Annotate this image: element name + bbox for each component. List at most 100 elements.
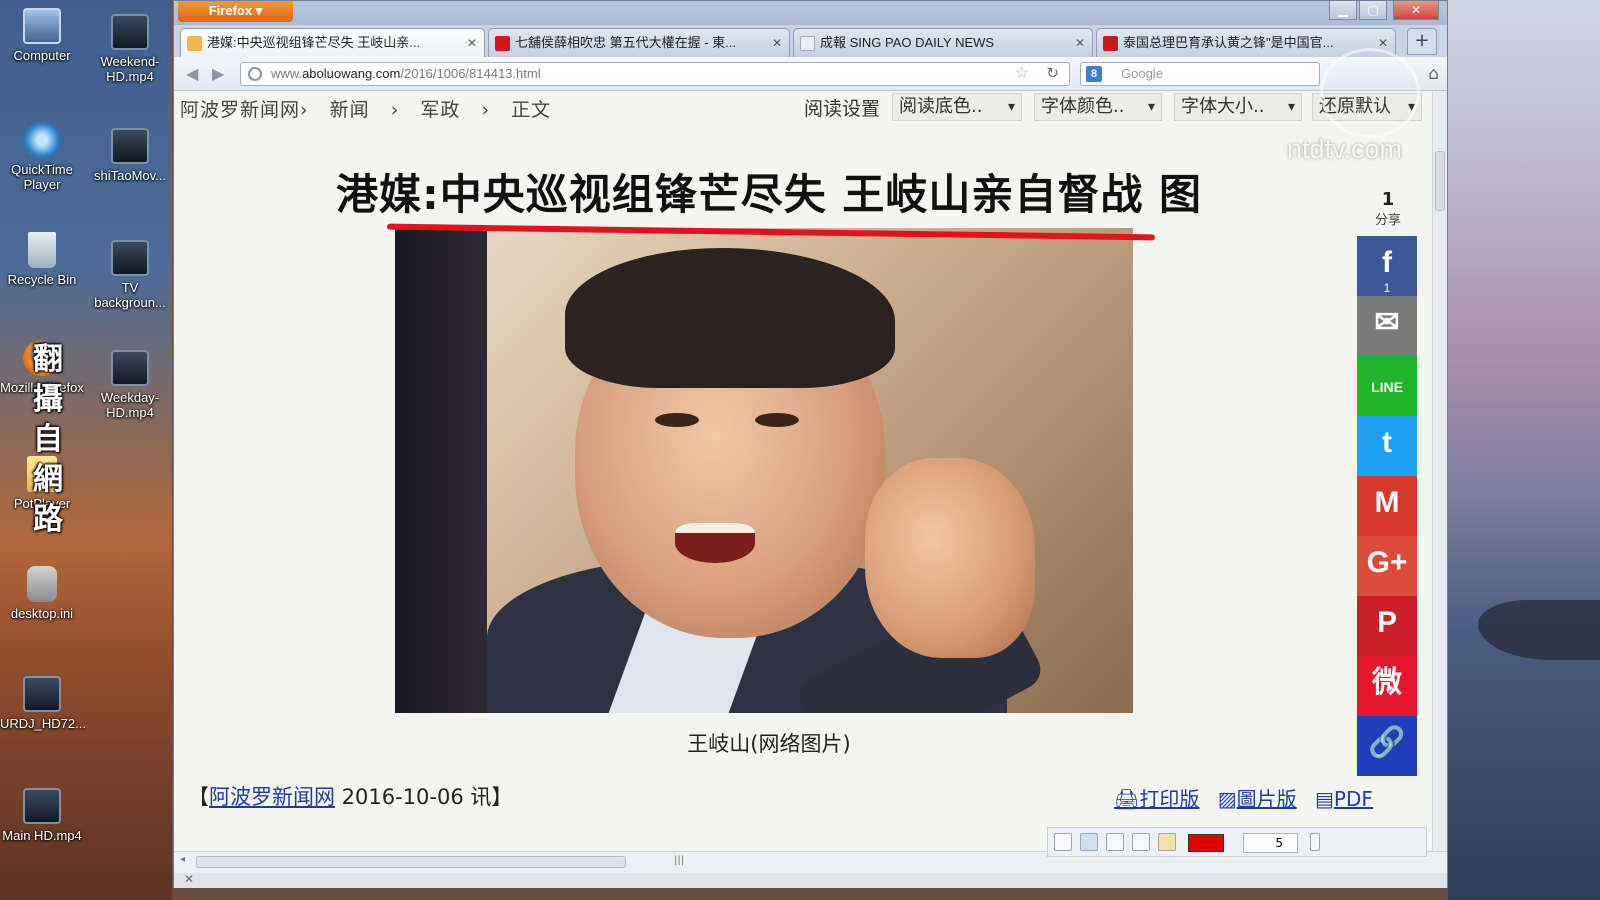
font-color-dropdown[interactable]: 字体颜色.. [1034,93,1162,121]
site-identity-icon[interactable] [248,67,262,81]
desktop-icon-quicktime[interactable]: QuickTime Player [0,122,84,192]
desktop-icon-weekend[interactable]: Weekend-HD.mp4 [88,14,172,84]
video-file-icon [23,676,61,712]
tab-favicon-icon [800,36,815,51]
home-icon[interactable]: ⌂ [1428,64,1439,84]
forward-arrow-icon[interactable]: ▶ [212,64,224,83]
status-bar: ✕ [174,872,1447,888]
breadcrumb-site[interactable]: 阿波罗新闻网› [180,99,309,121]
reload-icon[interactable]: ↻ [1046,63,1059,85]
close-tab-icon[interactable]: ✕ [1075,29,1085,57]
minimize-button[interactable]: ▁ [1329,1,1357,20]
desktop-icon-tv-background[interactable]: TV backgroun... [88,240,172,310]
google-plus-icon: G+ [1366,546,1408,579]
share-count-badge: 1 [1383,281,1391,295]
tab-favicon-icon [187,36,202,51]
share-gmail-button[interactable]: M [1357,476,1417,536]
url-bar[interactable]: www.aboluowang.com/2016/1006/814413.html… [240,62,1070,86]
title-bar: Firefox ▾ ▁ ▢ ✕ [174,1,1447,25]
close-tab-icon[interactable]: ✕ [772,29,782,57]
navigation-bar: ◀ ▶ www.aboluowang.com/2016/1006/814413.… [174,57,1447,91]
weibo-icon: 微 [1372,666,1402,699]
desktop-icon-weekday[interactable]: Weekday-HD.mp4 [88,350,172,420]
tab-sing-pao[interactable]: 成報 SING PAO DAILY NEWS ✕ [793,28,1093,57]
close-addon-bar-icon[interactable]: ✕ [184,872,194,886]
twitter-icon: t [1382,426,1392,459]
gmail-icon: M [1374,486,1400,519]
grip-icon: ||| [674,855,685,866]
new-canvas-icon[interactable] [1054,833,1072,851]
marker-icon[interactable] [1106,833,1124,851]
quicktime-icon [23,122,61,158]
share-twitter-button[interactable]: t [1357,416,1417,476]
close-window-button[interactable]: ✕ [1393,1,1439,20]
annotation-toolbar: 5 [1047,827,1427,857]
firefox-menu-button[interactable]: Firefox ▾ [178,1,293,22]
desktop-icon-computer[interactable]: Computer [0,8,84,63]
breadcrumb-news[interactable]: 新闻 [330,99,370,121]
ntdtv-watermark: ntdtv.com [1287,134,1403,164]
tab-favicon-icon [495,36,510,51]
share-count: 1 [1381,189,1395,210]
copy-link-icon: 🔗 [1368,726,1406,759]
desktop-icon-recycle-bin[interactable]: Recycle Bin [0,232,84,287]
back-arrow-icon[interactable]: ◀ [186,64,198,83]
new-tab-button[interactable]: + [1407,28,1437,55]
pinterest-icon: P [1376,606,1397,639]
scroll-thumb[interactable] [1435,151,1445,211]
breadcrumb-separator: › [481,99,491,121]
size-slider-icon[interactable] [1310,833,1320,851]
desktop-icon-main-hd[interactable]: Main HD.mp4 [0,788,84,843]
tab-aboluowang[interactable]: 港媒:中央巡视组锋芒尽失 王岐山亲... ✕ [180,28,485,57]
pdf-link[interactable]: ▤PDF [1315,787,1379,811]
article-photo [395,228,1133,713]
share-facebook-button[interactable]: f1 [1357,236,1417,296]
settings-file-icon [27,566,57,602]
tab-oriental-daily[interactable]: 七舖侯薛相吹忠 第五代大權在握 - 東... ✕ [488,28,790,57]
breadcrumb-military[interactable]: 军政 [420,99,460,121]
background-color-dropdown[interactable]: 阅读底色.. [892,93,1022,121]
ntdtv-logo-icon [1320,48,1420,138]
bookmark-star-icon[interactable]: ☆ [1015,63,1029,85]
share-line-button[interactable]: LINE [1357,356,1417,416]
vertical-caption: 翻 攝 自 網 路 [33,342,63,537]
breadcrumb: 阿波罗新闻网› 新闻 › 军政 › 正文 [180,95,565,122]
video-file-icon [111,14,149,50]
source-link[interactable]: 阿波罗新闻网 [209,785,335,809]
tab-favicon-icon [1103,36,1118,51]
vertical-scrollbar[interactable] [1432,91,1447,851]
font-size-dropdown[interactable]: 字体大小.. [1174,93,1302,121]
maximize-button[interactable]: ▢ [1359,1,1387,20]
share-email-button[interactable]: ✉ [1357,296,1417,356]
close-tab-icon[interactable]: ✕ [467,29,477,57]
scroll-left-icon[interactable]: ◂ [180,854,185,865]
brush-size-input[interactable]: 5 [1243,833,1298,853]
share-label: 分享 [1374,213,1401,228]
search-engine-icon[interactable]: 8 [1086,66,1102,82]
desktop-background-right [1448,0,1600,900]
share-google-plus-button[interactable]: G+ [1357,536,1417,596]
firefox-window: Firefox ▾ ▁ ▢ ✕ 港媒:中央巡视组锋芒尽失 王岐山亲... ✕ 七… [173,0,1448,888]
color-swatch[interactable] [1188,834,1224,852]
image-version-link[interactable]: ▨圖片版 [1218,787,1303,811]
print-version-link[interactable]: 🖨打印版 [1114,787,1205,811]
pen-icon[interactable] [1158,833,1176,851]
desktop-icon-shitao[interactable]: shiTaoMov... [88,128,172,183]
computer-icon [23,8,61,44]
share-weibo-button[interactable]: 微 [1357,656,1417,716]
line-icon: LINE [1371,379,1403,395]
save-icon[interactable] [1080,833,1098,851]
web-page: 阿波罗新闻网› 新闻 › 军政 › 正文 阅读设置 阅读底色.. 字体颜色.. … [174,91,1432,851]
desktop-icon-urdj[interactable]: URDJ_HD72... [0,676,86,731]
horizontal-scroll-thumb[interactable] [196,856,626,868]
search-box[interactable]: 8 Google [1080,62,1320,86]
facebook-icon: f [1382,246,1392,279]
share-pinterest-button[interactable]: P [1357,596,1417,656]
video-file-icon [111,240,149,276]
share-copy-link-button[interactable]: 🔗 [1357,716,1417,776]
eraser-icon[interactable] [1132,833,1150,851]
video-file-icon [111,128,149,164]
article-source: 【阿波罗新闻网 2016-10-06 讯】 [188,785,513,809]
desktop-icon-desktop-ini[interactable]: desktop.ini [0,566,84,621]
reading-settings-label: 阅读设置 [804,98,881,120]
